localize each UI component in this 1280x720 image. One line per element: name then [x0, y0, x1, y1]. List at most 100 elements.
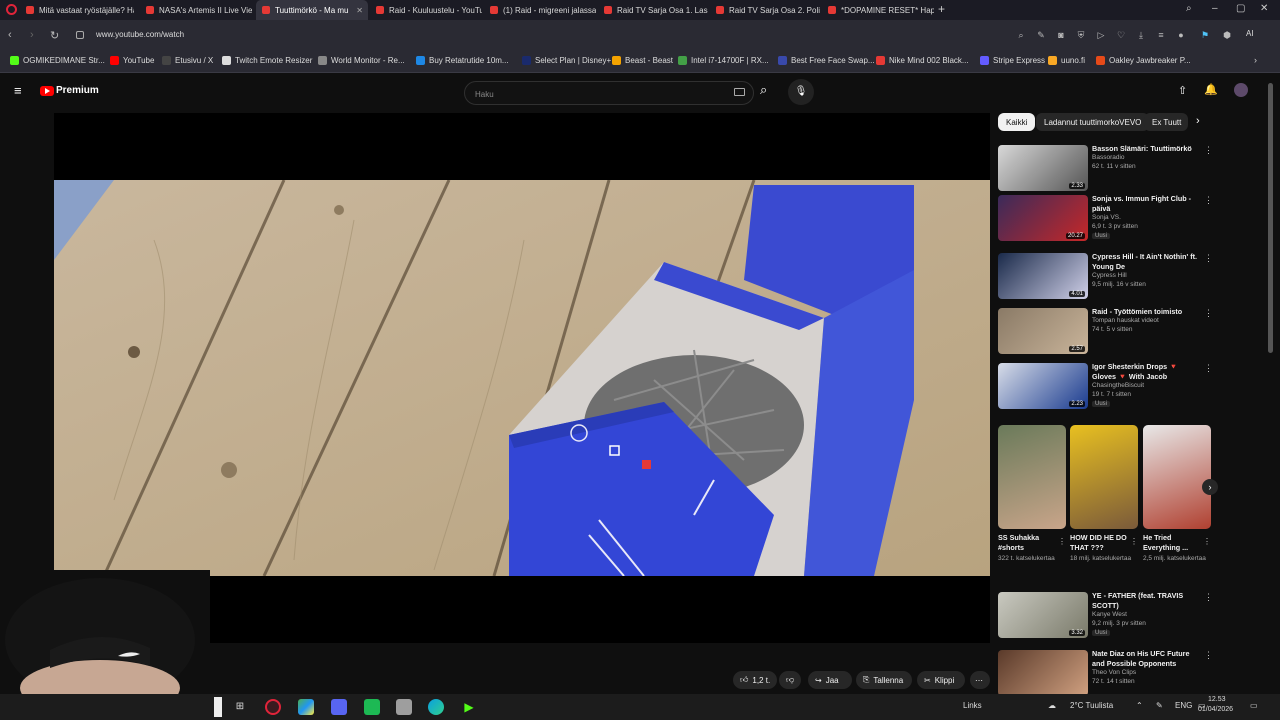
video-frame[interactable]	[54, 180, 990, 576]
clock-time[interactable]: 12.53	[1208, 696, 1226, 703]
camera-icon[interactable]: ◙	[1056, 30, 1066, 40]
recommendation-channel[interactable]: Cypress Hill	[1092, 272, 1127, 279]
weather-icon[interactable]: ☁	[1048, 701, 1056, 710]
close-tab-icon[interactable]: ✕	[356, 6, 363, 15]
close-window-button[interactable]: ✕	[1260, 3, 1268, 14]
browser-tab[interactable]: Raid TV Sarja Osa 1. Lasin	[598, 0, 708, 20]
short-title[interactable]: He Tried Everything ...	[1143, 533, 1201, 553]
recommendation-channel[interactable]: Kanye West	[1092, 611, 1127, 618]
back-icon[interactable]: ‹	[8, 29, 12, 41]
recommendation-menu-icon[interactable]: ⋮	[1204, 308, 1213, 319]
recommendation-title[interactable]: Igor Shesterkin Drops 🔻 Gloves 🔻 With Ja…	[1092, 362, 1200, 382]
browser-tab[interactable]: (1) Raid - migreeni jalassa	[484, 0, 596, 20]
weather-label[interactable]: 2°C Tuulista	[1070, 701, 1113, 710]
play-icon[interactable]: ▷	[1096, 30, 1106, 40]
recommendation-item[interactable]: 2.57 Raid - Työttömien toimisto Tompan hau…	[998, 307, 1216, 354]
recommendation-title[interactable]: Basson Slämäri: Tuuttimörkö	[1092, 144, 1200, 154]
share-button[interactable]: ↪ Jaa	[808, 671, 852, 689]
recommendation-item[interactable]: Nate Diaz on His UFC Future and Possible…	[998, 649, 1216, 696]
browser-tab[interactable]: Mitä vastaat ryöstäjälle? Hä	[20, 0, 134, 20]
opera-app-icon[interactable]	[265, 699, 281, 715]
kick-icon[interactable]: ▶	[461, 699, 477, 715]
chip-uploader[interactable]: Ladannut tuuttimorkoVEVO	[1036, 113, 1150, 131]
notification-center-icon[interactable]: ▭	[1250, 701, 1258, 710]
search-bar-icon[interactable]	[214, 697, 222, 717]
shield-app-icon[interactable]	[396, 699, 412, 715]
dislike-button[interactable]: 👎︎	[779, 671, 801, 689]
notifications-icon[interactable]: 🔔	[1204, 83, 1218, 96]
bookmarks-more-icon[interactable]: ›	[1254, 55, 1257, 65]
edge-icon[interactable]	[428, 699, 444, 715]
ai-button[interactable]: AI	[1246, 29, 1254, 38]
guide-menu-icon[interactable]: ≡	[14, 84, 22, 97]
bookmark-item[interactable]: Select Plan | Disney+	[522, 56, 611, 65]
bookmark-item[interactable]: Best Free Face Swap...	[778, 56, 875, 65]
youtube-logo[interactable]: Premium	[40, 85, 99, 96]
chip-all[interactable]: Kaikki	[998, 113, 1036, 131]
profile-icon[interactable]: ●	[1176, 30, 1186, 40]
edit-icon[interactable]: ✎	[1036, 30, 1046, 40]
more-actions-button[interactable]: ⋯	[970, 671, 990, 689]
recommendation-title[interactable]: Cypress Hill - It Ain't Nothin' ft. Youn…	[1092, 252, 1200, 272]
bookmark-item[interactable]: Oakley Jawbreaker P...	[1096, 56, 1191, 65]
recommendation-title[interactable]: YE - FATHER (feat. TRAVIS SCOTT)	[1092, 591, 1200, 611]
recommendation-channel[interactable]: Theo Von Clips	[1092, 669, 1136, 676]
bookmark-item[interactable]: Twitch Emote Resizer	[222, 56, 312, 65]
shorts-next-icon[interactable]: ›	[1202, 479, 1218, 495]
chip-ex[interactable]: Ex Tuutt	[1144, 113, 1188, 131]
short-item[interactable]: He Tried Everything ... 2,5 milj. katselu…	[1143, 425, 1211, 563]
browser-tab[interactable]: NASA's Artemis II Live Vie	[140, 0, 252, 20]
create-icon[interactable]: ⇧	[1178, 84, 1187, 97]
heart-icon[interactable]: ♡	[1116, 30, 1126, 40]
extension-icon[interactable]: ⚑	[1200, 30, 1210, 40]
recommendation-menu-icon[interactable]: ⋮	[1204, 145, 1213, 156]
browser-tab[interactable]: Tuuttimörkö - Ma mu ✕	[256, 0, 368, 20]
links-label[interactable]: Links	[963, 701, 982, 710]
green-app-icon[interactable]	[364, 699, 380, 715]
recommendation-title[interactable]: Nate Diaz on His UFC Future and Possible…	[1092, 649, 1200, 669]
tray-expand-icon[interactable]: ⌃	[1136, 701, 1143, 710]
short-item[interactable]: HOW DID HE DO THAT ??? 18 milj. katseluke…	[1070, 425, 1138, 563]
bookmark-item[interactable]: Etusivu / X	[162, 56, 213, 65]
clock-date[interactable]: 01/04/2026	[1198, 706, 1233, 713]
bookmark-item[interactable]: Buy Retatrutide 10m...	[416, 56, 509, 65]
bookmark-item[interactable]: Intel i7-14700F | RX...	[678, 56, 769, 65]
recommendation-item[interactable]: 4.01 Cypress Hill - It Ain't Nothin' ft. …	[998, 252, 1216, 299]
url-field[interactable]: www.youtube.com/watch	[96, 30, 184, 39]
recommendation-menu-icon[interactable]: ⋮	[1204, 195, 1213, 206]
recommendation-item[interactable]: 2.23 Igor Shesterkin Drops 🔻 Gloves 🔻 Wit…	[998, 362, 1216, 409]
recommendation-menu-icon[interactable]: ⋮	[1204, 253, 1213, 264]
minimize-button[interactable]: –	[1212, 3, 1218, 14]
save-button[interactable]: ⎘ Tallenna	[856, 671, 912, 689]
bookmark-item[interactable]: YouTube	[110, 56, 154, 65]
shield-icon[interactable]: ⛨	[1076, 30, 1086, 40]
new-tab-button[interactable]: +	[938, 2, 945, 16]
pen-icon[interactable]: ✎	[1156, 701, 1163, 710]
search-button-icon[interactable]: ⌕	[760, 82, 767, 98]
clip-button[interactable]: ✂ Klippi	[917, 671, 965, 689]
bookmark-item[interactable]: Beast - Beast	[612, 56, 673, 65]
recommendation-item[interactable]: 3.32 YE - FATHER (feat. TRAVIS SCOTT) Kany…	[998, 591, 1216, 638]
recommendation-thumbnail[interactable]: 4.01	[998, 253, 1088, 299]
recommendation-title[interactable]: Raid - Työttömien toimisto	[1092, 307, 1200, 317]
recommendation-channel[interactable]: Sonja VS.	[1092, 214, 1121, 221]
recommendation-menu-icon[interactable]: ⋮	[1204, 650, 1213, 661]
recommendation-thumbnail[interactable]: 2.33	[998, 145, 1088, 191]
recommendation-thumbnail[interactable]: 20.27	[998, 195, 1088, 241]
forward-icon[interactable]: ›	[30, 29, 34, 41]
bookmark-item[interactable]: Stripe Express	[980, 56, 1045, 65]
task-view-icon[interactable]: ⊞	[232, 699, 248, 715]
maximize-button[interactable]: ▢	[1236, 3, 1245, 14]
recommendation-menu-icon[interactable]: ⋮	[1204, 363, 1213, 374]
search-tabs-icon[interactable]: ⌕	[1186, 3, 1192, 14]
short-menu-icon[interactable]: ⋮	[1130, 537, 1138, 546]
menu-lines-icon[interactable]: ≡	[1156, 30, 1166, 40]
recommendation-title[interactable]: Sonja vs. Immun Fight Club - päivä kampp…	[1092, 194, 1200, 214]
browser-tab[interactable]: *DOPAMINE RESET* Hap	[822, 0, 934, 20]
recommendation-channel[interactable]: ChasingtheBiscuit	[1092, 382, 1144, 389]
reload-icon[interactable]: ↻	[50, 29, 59, 42]
recommendation-thumbnail[interactable]: 3.32	[998, 592, 1088, 638]
short-thumbnail[interactable]	[1070, 425, 1138, 529]
short-item[interactable]: SS Suhakka #shorts 322 t. katselukertaa ⋮	[998, 425, 1066, 563]
browser-tab[interactable]: Raid TV Sarja Osa 2. Poliisi	[710, 0, 820, 20]
